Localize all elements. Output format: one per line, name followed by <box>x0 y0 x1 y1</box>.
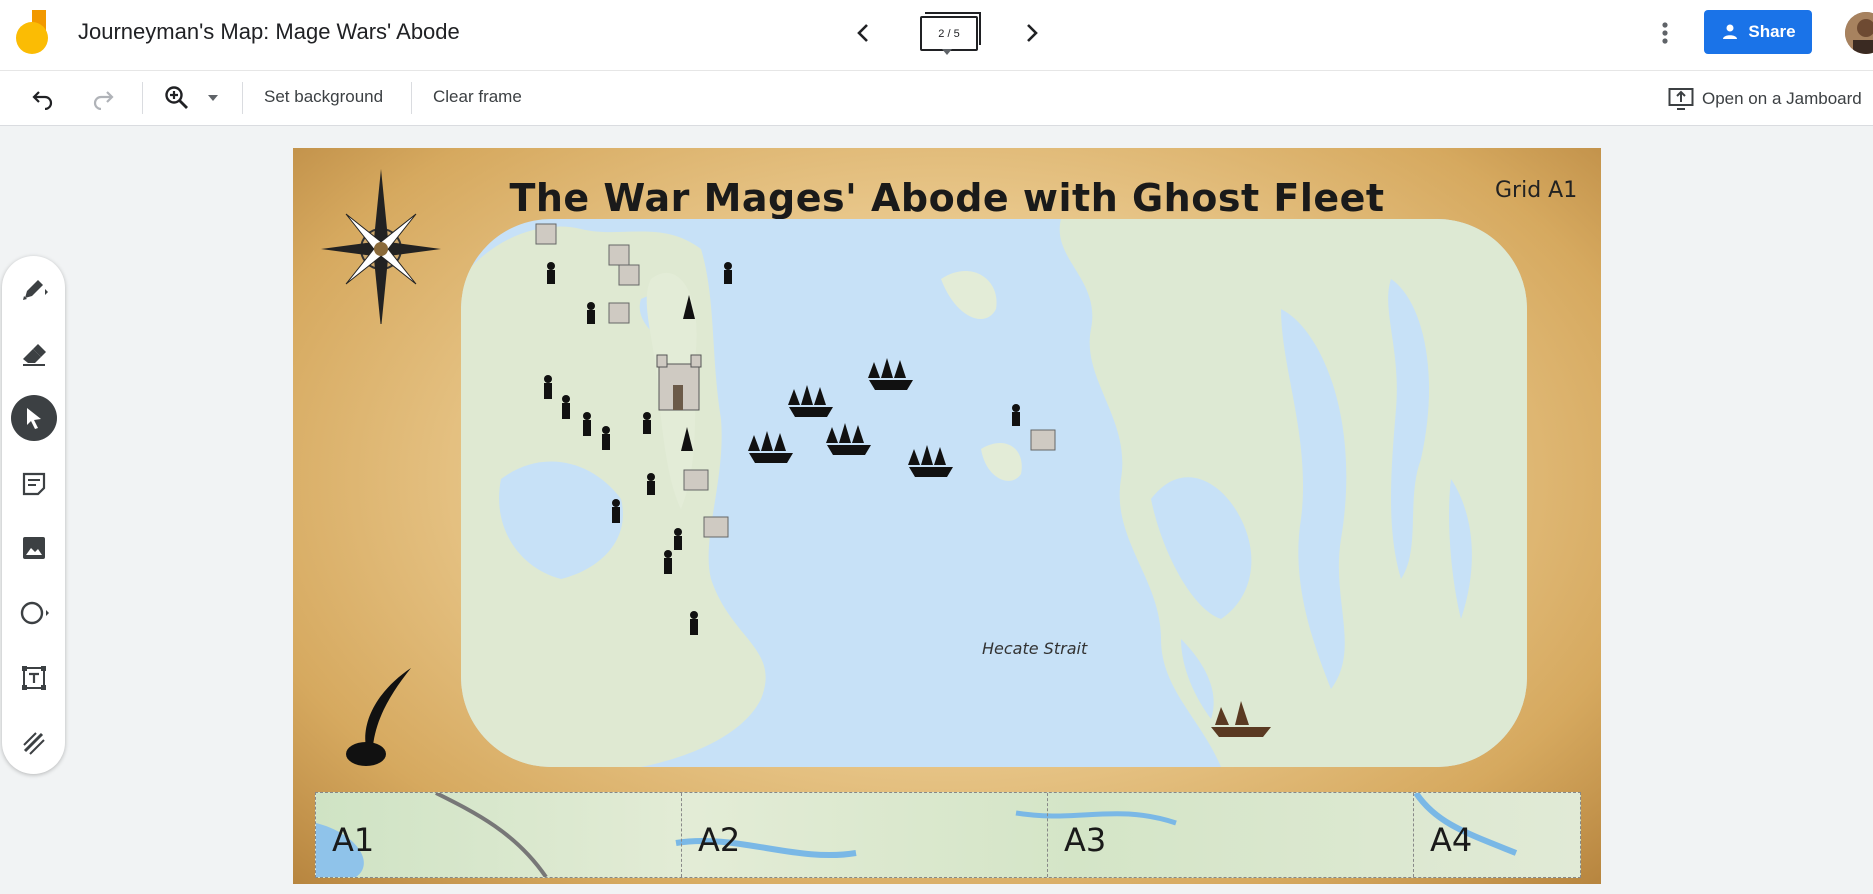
image-tool[interactable] <box>11 525 57 571</box>
quill-ink-icon <box>346 668 411 766</box>
previous-frame-button[interactable] <box>846 16 880 50</box>
frame-toolbar: Set background Clear frame Open on a Jam… <box>0 71 1873 126</box>
undo-icon <box>32 91 53 110</box>
select-tool[interactable] <box>11 395 57 441</box>
set-background-button[interactable]: Set background <box>264 87 383 107</box>
share-label: Share <box>1748 22 1796 41</box>
circle-shape-icon <box>20 601 49 625</box>
clear-frame-button[interactable]: Clear frame <box>433 87 522 107</box>
avatar[interactable] <box>1845 12 1873 54</box>
undo-button[interactable] <box>28 83 58 113</box>
pen-tool[interactable] <box>11 266 57 312</box>
share-button[interactable]: Share <box>1704 10 1812 54</box>
ships <box>748 358 953 477</box>
grid-cell-label: A4 <box>1430 821 1473 859</box>
caret-down-icon <box>942 49 952 55</box>
people-icon <box>1723 24 1738 39</box>
strait-label: Hecate Strait <box>982 639 1088 658</box>
laser-pointer-icon <box>23 732 45 755</box>
grid-cell-label: A1 <box>332 821 375 859</box>
zoom-button[interactable] <box>162 83 192 113</box>
text-box-tool[interactable] <box>11 655 57 701</box>
shape-tool[interactable] <box>11 590 57 636</box>
chevron-right-icon <box>1027 24 1038 42</box>
frame-counter: 2 / 5 <box>920 16 978 51</box>
toolbar-divider <box>411 82 412 114</box>
zoom-dropdown[interactable] <box>204 83 222 113</box>
sticky-note-icon <box>22 472 46 496</box>
pen-icon <box>23 280 48 300</box>
jam-canvas-frame[interactable]: The War Mages' Abode with Ghost Fleet Gr… <box>293 148 1601 884</box>
redo-icon <box>93 91 114 110</box>
toolbar-divider <box>242 82 243 114</box>
zoom-in-icon <box>165 86 188 109</box>
terrain-map <box>461 219 1527 767</box>
grid-label: Grid A1 <box>1495 178 1578 203</box>
document-title[interactable]: Journeyman's Map: Mage Wars' Abode <box>78 19 460 45</box>
sticky-note-tool[interactable] <box>11 461 57 507</box>
eraser-tool[interactable] <box>11 331 57 377</box>
grid-cell-a4[interactable]: A4 <box>1414 793 1580 877</box>
laser-tool[interactable] <box>11 720 57 766</box>
jamboard-logo-icon[interactable] <box>14 10 54 56</box>
map-title: The War Mages' Abode with Ghost Fleet <box>509 176 1385 220</box>
grid-strip: A1 A2 A3 A4 <box>315 792 1581 878</box>
tool-palette <box>2 256 65 774</box>
redo-button[interactable] <box>88 83 118 113</box>
open-on-jamboard-label: Open on a Jamboard <box>1702 89 1862 108</box>
image-icon <box>23 537 45 559</box>
caret-down-icon <box>208 95 218 101</box>
top-bar: Journeyman's Map: Mage Wars' Abode 2 / 5… <box>0 0 1873 71</box>
open-on-jamboard-button[interactable]: Open on a Jamboard <box>1668 85 1862 113</box>
more-vert-icon <box>1662 22 1668 44</box>
chevron-left-icon <box>857 24 868 42</box>
grid-cell-label: A2 <box>698 821 741 859</box>
grid-cell-a3[interactable]: A3 <box>1048 793 1414 877</box>
frame-indicator[interactable]: 2 / 5 <box>920 12 981 55</box>
eraser-icon <box>23 344 46 366</box>
more-options-button[interactable] <box>1654 16 1676 50</box>
map-sea <box>461 219 1527 767</box>
cursor-arrow-icon <box>27 408 41 429</box>
text-box-icon <box>22 666 46 690</box>
grid-cell-label: A3 <box>1064 821 1107 859</box>
grid-cell-a1[interactable]: A1 <box>316 793 682 877</box>
next-frame-button[interactable] <box>1015 16 1049 50</box>
toolbar-divider <box>142 82 143 114</box>
grid-cell-a2[interactable]: A2 <box>682 793 1048 877</box>
present-to-device-icon <box>1668 88 1694 110</box>
